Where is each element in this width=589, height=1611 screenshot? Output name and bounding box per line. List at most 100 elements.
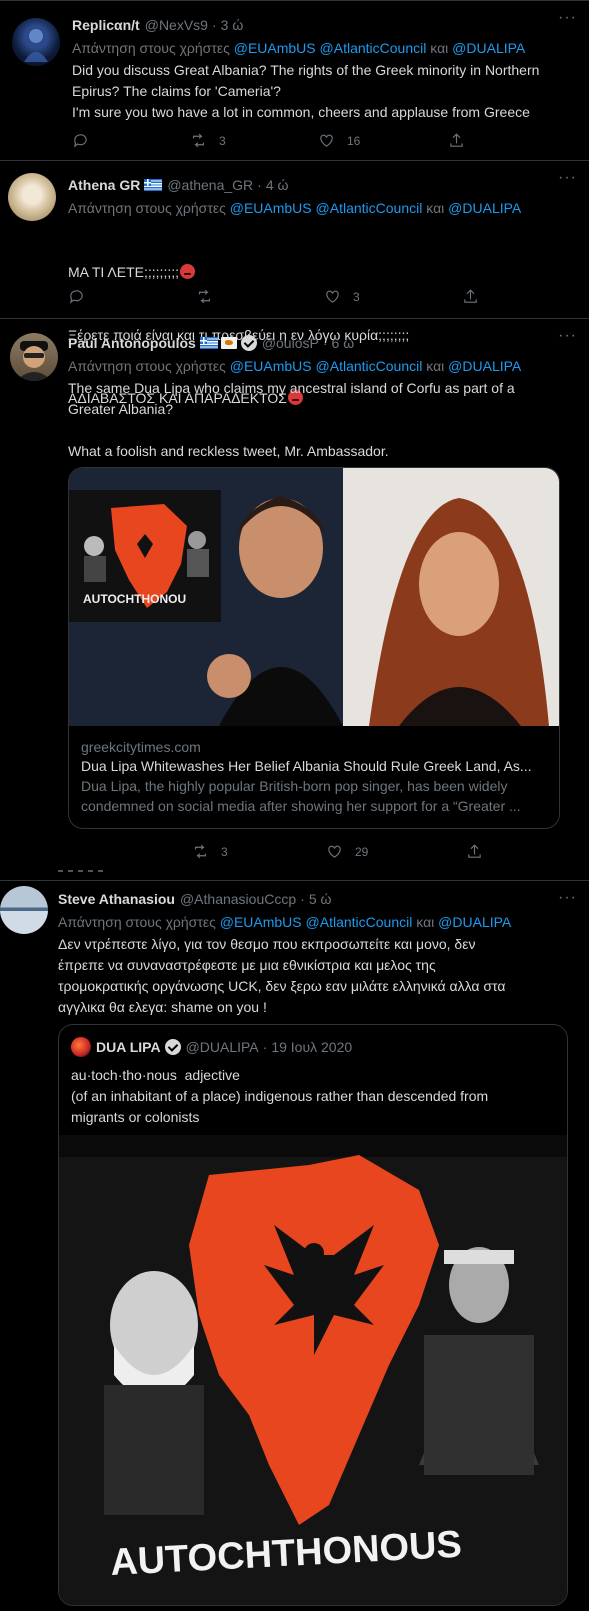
card-title: Dua Lipa Whitewashes Her Belief Albania … bbox=[81, 758, 532, 774]
separator-dot: · bbox=[257, 177, 262, 193]
link-card[interactable]: AUTOCHTHONOU greekcitytimes.com Dua Lipa… bbox=[68, 467, 560, 829]
tweet-2[interactable]: Athena GR @athena_GR · 4 ώ Απάντηση στου… bbox=[0, 160, 589, 406]
share-icon bbox=[464, 289, 477, 303]
timestamp[interactable]: 3 ώ bbox=[221, 16, 244, 34]
mention-euambus[interactable]: @EUAmbUS bbox=[234, 40, 316, 56]
like-icon bbox=[320, 134, 333, 147]
retweet-button[interactable]: 3 bbox=[192, 843, 326, 860]
author-handle[interactable]: @athena_GR bbox=[167, 176, 253, 194]
reply-prefix: Απάντηση στους χρήστες bbox=[68, 358, 226, 374]
card-banner-text: AUTOCHTHONOU bbox=[83, 592, 186, 606]
author-name[interactable]: Paul Antonopoulos bbox=[68, 334, 196, 352]
reply-and: και bbox=[426, 358, 445, 374]
mention-atlanticcouncil[interactable]: @AtlanticCouncil bbox=[316, 358, 423, 374]
angry-emoji-icon bbox=[180, 264, 196, 279]
divider-dots bbox=[58, 870, 103, 872]
mention-dualipa[interactable]: @DUALIPA bbox=[448, 200, 521, 216]
quoted-media-image[interactable]: AUTOCHTHONOUS bbox=[59, 1135, 568, 1606]
quoted-author-handle[interactable]: @DUALIPA bbox=[186, 1039, 259, 1055]
avatar-athena[interactable] bbox=[8, 173, 56, 221]
tweet-header: Steve Athanasiou @AthanasiouCccp · 5 ώ bbox=[58, 889, 573, 909]
reply-context: Απάντηση στους χρήστες @EUAmbUS @Atlanti… bbox=[58, 913, 573, 932]
avatar-replicant[interactable] bbox=[12, 18, 60, 66]
quoted-avatar[interactable] bbox=[71, 1037, 91, 1057]
reply-and: και bbox=[426, 200, 445, 216]
author-name[interactable]: Steve Athanasiou bbox=[58, 890, 175, 908]
retweet-count: 3 bbox=[221, 844, 228, 859]
more-icon[interactable]: ··· bbox=[558, 169, 577, 187]
tweet-3[interactable]: Paul Antonopoulos @oulosP · 6 ώ Απάντηση… bbox=[0, 318, 589, 878]
avatar-replicant-figure bbox=[24, 29, 48, 62]
reply-context: Απάντηση στους χρήστες @EUAmbUS @Atlanti… bbox=[72, 39, 572, 58]
avatar-paul[interactable] bbox=[10, 333, 58, 381]
reply-context: Απάντηση στους χρήστες @EUAmbUS @Atlanti… bbox=[68, 199, 573, 218]
author-handle[interactable]: @oulosP bbox=[262, 334, 319, 352]
author-name[interactable]: Replicαn/t bbox=[72, 16, 140, 34]
retweet-count: 3 bbox=[219, 133, 226, 148]
card-description-line-2: condemned on social media after showing … bbox=[81, 798, 521, 814]
tweet-header: Athena GR @athena_GR · 4 ώ bbox=[68, 175, 573, 195]
reply-button[interactable] bbox=[72, 132, 190, 149]
more-icon[interactable]: ··· bbox=[558, 889, 577, 907]
mention-dualipa[interactable]: @DUALIPA bbox=[452, 40, 525, 56]
avatar-steve[interactable] bbox=[0, 886, 48, 934]
like-icon bbox=[326, 290, 339, 303]
separator-dot: · bbox=[300, 891, 305, 907]
like-button[interactable]: 16 bbox=[318, 132, 448, 149]
greek-flag-icon bbox=[199, 337, 218, 349]
tweet-header: Replicαn/t @NexVs9 · 3 ώ bbox=[72, 15, 572, 35]
card-description-line-1: Dua Lipa, the highly popular British-bor… bbox=[81, 778, 508, 794]
reply-icon bbox=[73, 134, 87, 148]
retweet-icon bbox=[194, 844, 207, 859]
like-count: 3 bbox=[353, 289, 360, 304]
share-button[interactable] bbox=[466, 843, 483, 860]
mention-atlanticcouncil[interactable]: @AtlanticCouncil bbox=[320, 40, 427, 56]
mention-dualipa[interactable]: @DUALIPA bbox=[448, 358, 521, 374]
more-icon[interactable]: ··· bbox=[558, 327, 577, 345]
timestamp[interactable]: 5 ώ bbox=[309, 890, 332, 908]
retweet-button[interactable]: 3 bbox=[190, 132, 318, 149]
mention-euambus[interactable]: @EUAmbUS bbox=[230, 200, 312, 216]
like-button[interactable]: 3 bbox=[324, 288, 462, 305]
verified-icon bbox=[164, 1039, 181, 1055]
quoted-tweet-header: DUA LIPA @DUALIPA · 19 Ιουλ 2020 bbox=[71, 1037, 352, 1057]
separator-dot: · bbox=[322, 335, 328, 351]
tweet-1[interactable]: Replicαn/t @NexVs9 · 3 ώ Απάντηση στους … bbox=[0, 0, 589, 160]
mention-atlanticcouncil[interactable]: @AtlanticCouncil bbox=[306, 914, 413, 930]
mention-euambus[interactable]: @EUAmbUS bbox=[220, 914, 302, 930]
timestamp[interactable]: 6 ώ bbox=[332, 334, 355, 352]
mention-euambus[interactable]: @EUAmbUS bbox=[230, 358, 312, 374]
like-icon bbox=[328, 845, 341, 858]
retweet-icon bbox=[198, 289, 211, 304]
reply-icon bbox=[69, 290, 83, 304]
quoted-tweet-text: au·toch·tho·nous adjective (of an inhabi… bbox=[71, 1067, 489, 1125]
author-handle[interactable]: @AthanasiouCccp bbox=[180, 890, 296, 908]
timestamp[interactable]: 4 ώ bbox=[266, 176, 289, 194]
greek-flag-icon bbox=[144, 179, 163, 191]
reply-and: και bbox=[416, 914, 435, 930]
quoted-date[interactable]: 19 Ιουλ 2020 bbox=[271, 1039, 352, 1055]
author-name[interactable]: Athena GR bbox=[68, 176, 140, 194]
reply-and: και bbox=[430, 40, 449, 56]
cyprus-flag-icon bbox=[220, 337, 237, 349]
reply-prefix: Απάντηση στους χρήστες bbox=[72, 40, 230, 56]
reply-prefix: Απάντηση στους χρήστες bbox=[68, 200, 226, 216]
retweet-button[interactable] bbox=[196, 288, 324, 305]
tweet-4[interactable]: Steve Athanasiou @AthanasiouCccp · 5 ώ Α… bbox=[0, 880, 589, 1611]
mention-dualipa[interactable]: @DUALIPA bbox=[438, 914, 511, 930]
card-image-art: AUTOCHTHONOU bbox=[69, 468, 559, 726]
quoted-author-name[interactable]: DUA LIPA bbox=[96, 1039, 161, 1055]
more-icon[interactable]: ··· bbox=[558, 9, 577, 27]
tweet-text: Δεν ντρέπεστε λίγο, για τον θεσμο που εκ… bbox=[58, 936, 506, 1015]
mention-atlanticcouncil[interactable]: @AtlanticCouncil bbox=[316, 200, 423, 216]
like-button[interactable]: 29 bbox=[326, 843, 466, 860]
share-button[interactable] bbox=[462, 288, 479, 305]
reply-button[interactable] bbox=[68, 288, 196, 305]
quoted-tweet[interactable]: DUA LIPA @DUALIPA · 19 Ιουλ 2020 au·toch… bbox=[58, 1024, 568, 1606]
verified-icon bbox=[240, 335, 257, 351]
author-handle[interactable]: @NexVs9 bbox=[145, 16, 208, 34]
share-button[interactable] bbox=[448, 132, 465, 149]
like-count: 29 bbox=[355, 844, 369, 859]
tweet-text: Did you discuss Great Albania? The right… bbox=[72, 62, 540, 120]
tweet-header: Paul Antonopoulos @oulosP · 6 ώ bbox=[68, 333, 573, 353]
